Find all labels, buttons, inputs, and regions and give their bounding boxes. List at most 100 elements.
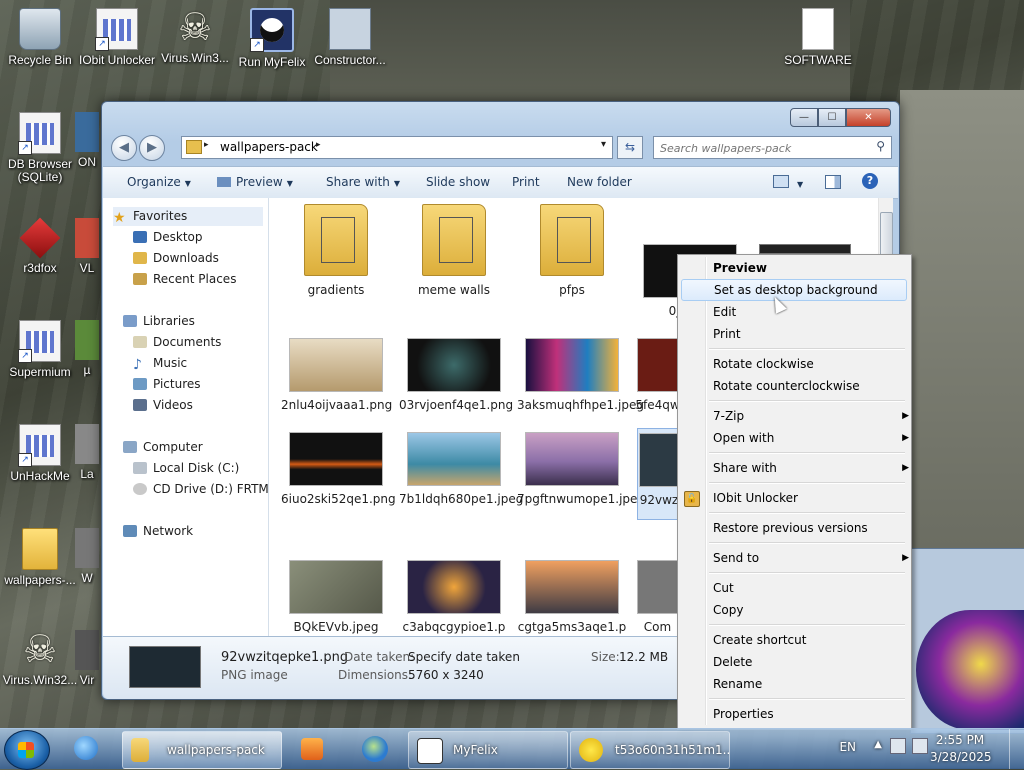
menu-item-preview[interactable]: Preview [713, 258, 903, 278]
taskbar-button-myfelix[interactable]: MyFelix [408, 731, 568, 769]
pinned-internet-explorer[interactable] [60, 732, 112, 766]
folder-item[interactable]: pfps [517, 204, 627, 298]
folder-item[interactable]: gradients [281, 204, 391, 298]
file-item[interactable]: 3aksmuqhfhpe1.jpeg [517, 338, 644, 413]
address-bar[interactable]: ▸ wallpapers-pack ▸ ▾ [181, 136, 613, 159]
menu-item-create-shortcut[interactable]: Create shortcut [713, 630, 903, 650]
nav-videos[interactable]: Videos [133, 396, 193, 415]
desktop-icon-partial[interactable]: ON [72, 112, 102, 169]
clock-date[interactable]: 3/28/2025 [930, 750, 992, 764]
desktop-icon-partial[interactable]: VL [72, 218, 102, 275]
desktop-icon-constructor[interactable]: Constructor... [310, 8, 390, 67]
language-indicator[interactable]: EN [839, 740, 856, 754]
start-button[interactable] [4, 730, 50, 770]
organize-button[interactable]: Organize ▼ [127, 175, 191, 189]
preview-button[interactable]: Preview ▼ [217, 175, 293, 189]
menu-item-cut[interactable]: Cut [713, 578, 903, 598]
desktop-icon-partial[interactable]: µ [72, 320, 102, 377]
nav-documents[interactable]: Documents [133, 333, 221, 352]
menu-item-properties[interactable]: Properties [713, 704, 903, 724]
forward-button[interactable]: ▶ [139, 135, 165, 161]
file-item[interactable]: c3abqcgypioe1.p [399, 560, 509, 635]
desktop-icon-wallpapers[interactable]: wallpapers-... [0, 528, 80, 587]
change-view-button[interactable]: ▼ [773, 175, 803, 190]
search-box[interactable]: ⚲ [653, 136, 892, 159]
search-icon[interactable]: ⚲ [876, 139, 885, 153]
desktop-icon-iobit-unlocker[interactable]: ↗ IObit Unlocker [77, 8, 157, 67]
clock-time[interactable]: 2:55 PM [930, 733, 990, 747]
menu-item-set-desktop-background[interactable]: Set as desktop background [681, 279, 907, 301]
menu-item-rename[interactable]: Rename [713, 674, 903, 694]
menu-item-rotate-counterclockwise[interactable]: Rotate counterclockwise [713, 376, 903, 396]
file-item[interactable]: 7pgftnwumope1.jpeg [517, 432, 645, 507]
menu-item-iobit-unlocker[interactable]: IObit Unlocker [713, 488, 903, 508]
action-center-icon[interactable] [890, 738, 906, 754]
desktop-icon-virus-win32[interactable]: ☠ Virus.Win32... [0, 630, 80, 687]
nav-network[interactable]: Network [123, 522, 193, 541]
file-item-selected[interactable]: 92vwz [637, 428, 681, 520]
breadcrumb-separator[interactable]: ▸ [204, 140, 209, 150]
menu-item-copy[interactable]: Copy [713, 600, 903, 620]
file-item[interactable]: 2nlu4oijvaaa1.png [281, 338, 392, 413]
nav-desktop[interactable]: Desktop [133, 228, 203, 247]
desktop-icon-run-myfelix[interactable]: ↗ Run MyFelix [232, 8, 312, 69]
nav-pictures[interactable]: Pictures [133, 375, 201, 394]
nav-recent-places[interactable]: Recent Places [133, 270, 236, 289]
file-item[interactable]: BQkEVvb.jpeg [281, 560, 391, 635]
desktop-icon-virus-win3[interactable]: ☠ Virus.Win3... [155, 8, 235, 65]
desktop-icon-partial[interactable]: La [72, 424, 102, 481]
nav-downloads[interactable]: Downloads [133, 249, 219, 268]
slide-show-button[interactable]: Slide show [426, 175, 490, 189]
pinned-browser[interactable] [348, 732, 400, 766]
desktop-icon-supermium[interactable]: ↗ Supermium [0, 320, 80, 379]
desktop-icon-software[interactable]: SOFTWARE [778, 8, 858, 67]
share-with-button[interactable]: Share with ▼ [326, 175, 400, 189]
chevron-down-icon[interactable]: ▾ [601, 139, 606, 150]
folder-item[interactable]: meme walls [399, 204, 509, 298]
nav-computer[interactable]: Computer [123, 438, 203, 457]
minimize-button[interactable]: — [790, 108, 818, 127]
preview-pane-button[interactable] [825, 175, 841, 191]
help-button[interactable]: ? [862, 173, 878, 189]
file-item[interactable]: Com [635, 560, 680, 635]
maximize-button[interactable]: ☐ [818, 108, 846, 127]
show-hidden-icons-button[interactable]: ▲ [874, 739, 882, 750]
back-button[interactable]: ◀ [111, 135, 137, 161]
menu-item-print[interactable]: Print [713, 324, 903, 344]
search-input[interactable] [658, 139, 862, 158]
details-date-value[interactable]: Specify date taken [408, 650, 520, 664]
menu-item-rotate-clockwise[interactable]: Rotate clockwise [713, 354, 903, 374]
file-item[interactable]: cgtga5ms3aqe1.p [517, 560, 627, 635]
desktop-icon-partial[interactable]: W [72, 528, 102, 585]
show-desktop-button[interactable] [1009, 729, 1024, 769]
file-item[interactable]: 7b1ldqh680pe1.jpeg [399, 432, 523, 507]
desktop-icon-recycle-bin[interactable]: Recycle Bin [0, 8, 80, 67]
file-item[interactable]: 6iuo2ski52qe1.png [281, 432, 396, 507]
breadcrumb-wallpapers-pack[interactable]: wallpapers-pack [220, 140, 318, 154]
desktop-icon-r3dfox[interactable]: r3dfox [0, 217, 80, 275]
nav-local-disk[interactable]: Local Disk (C:) [133, 459, 239, 478]
menu-item-delete[interactable]: Delete [713, 652, 903, 672]
print-button[interactable]: Print [512, 175, 540, 189]
file-item[interactable]: 03rvjoenf4qe1.png [399, 338, 513, 413]
taskbar-button-t53o60n31h51m1[interactable]: t53o60n31h51m1... [570, 731, 730, 769]
desktop-icon-partial[interactable]: Vir [72, 630, 102, 687]
volume-muted-icon[interactable] [912, 738, 928, 754]
nav-libraries[interactable]: Libraries [123, 312, 195, 331]
refresh-icon[interactable]: ⇆ [617, 136, 643, 159]
menu-item-open-with[interactable]: Open with ▶ [713, 428, 909, 448]
new-folder-button[interactable]: New folder [567, 175, 632, 189]
nav-cd-drive[interactable]: CD Drive (D:) FRTME [133, 480, 268, 499]
menu-item-restore-previous-versions[interactable]: Restore previous versions [713, 518, 903, 538]
nav-favorites[interactable]: ★ Favorites [113, 207, 263, 226]
breadcrumb-separator[interactable]: ▸ [316, 140, 321, 150]
pinned-media-player[interactable] [285, 732, 337, 766]
nav-music[interactable]: ♪ Music [133, 354, 187, 373]
close-button[interactable]: ✕ [846, 108, 891, 127]
desktop-icon-unhackme[interactable]: ↗ UnHackMe [0, 424, 80, 483]
file-item[interactable]: 5fe4qw [635, 338, 680, 413]
menu-item-send-to[interactable]: Send to ▶ [713, 548, 909, 568]
taskbar-button-wallpapers-pack[interactable]: wallpapers-pack [122, 731, 282, 769]
menu-item-share-with[interactable]: Share with ▶ [713, 458, 909, 478]
desktop-icon-db-browser[interactable]: ↗ DB Browser (SQLite) [0, 112, 80, 184]
